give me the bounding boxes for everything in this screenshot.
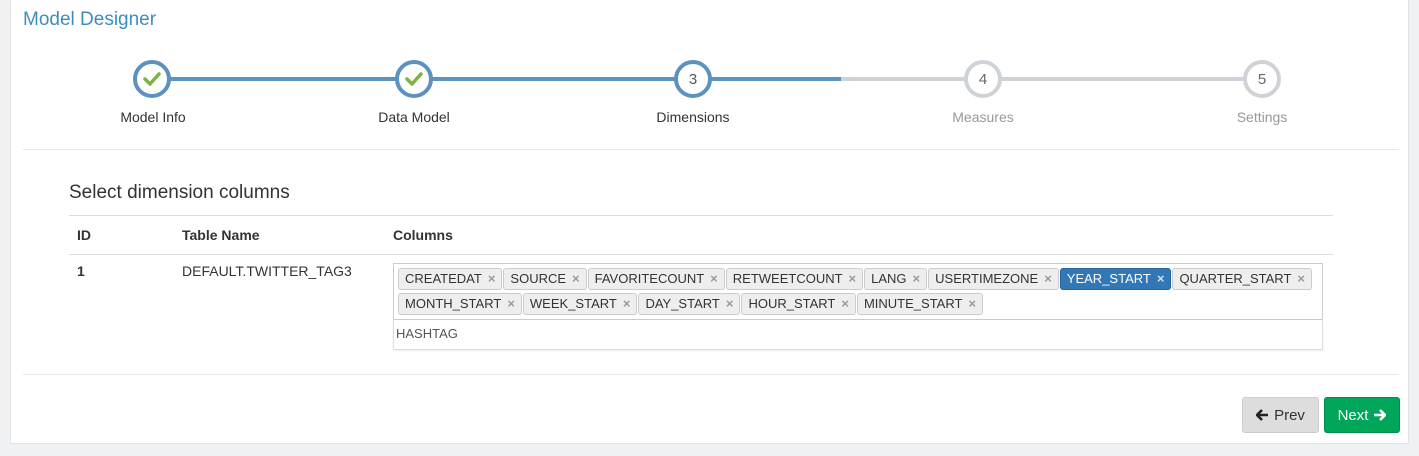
step-3-label: Dimensions <box>656 109 730 125</box>
column-tag-label: QUARTER_START <box>1179 271 1292 286</box>
step-4-label: Measures <box>952 109 1014 125</box>
remove-tag-icon[interactable]: × <box>507 296 515 311</box>
divider-top <box>23 149 1399 150</box>
prev-button-label: Prev <box>1274 406 1305 424</box>
column-tag-label: RETWEETCOUNT <box>732 271 843 286</box>
column-tag[interactable]: USERTIMEZONE × <box>928 268 1059 290</box>
remove-tag-icon[interactable]: × <box>849 271 857 286</box>
remove-tag-icon[interactable]: × <box>841 296 849 311</box>
prev-button[interactable]: Prev <box>1242 397 1319 433</box>
column-tag[interactable]: RETWEETCOUNT × <box>725 268 864 290</box>
remove-tag-icon[interactable]: × <box>726 296 734 311</box>
column-tag[interactable]: WEEK_START × <box>522 293 638 315</box>
columns-tag-select[interactable]: CREATEDAT × SOURCE × FAVORITECOUNT × RETWEETCO… <box>393 263 1323 320</box>
progress-track-done <box>153 77 841 81</box>
model-designer-panel: Model Designer Model Info Data Model 3 D… <box>10 0 1409 444</box>
column-tag-label: WEEK_START <box>529 296 617 311</box>
column-tag-label: MONTH_START <box>405 296 502 311</box>
column-tag-label: YEAR_START <box>1066 271 1151 286</box>
row-id: 1 <box>77 263 85 279</box>
next-button-label: Next <box>1337 406 1369 424</box>
step-2-circle[interactable] <box>395 60 433 98</box>
column-tag[interactable]: SOURCE × <box>503 268 587 290</box>
column-tag[interactable]: LANG × <box>864 268 928 290</box>
check-icon <box>143 72 161 86</box>
step-4-circle[interactable]: 4 <box>964 60 1002 98</box>
remove-tag-icon[interactable]: × <box>710 271 718 286</box>
remove-tag-icon[interactable]: × <box>1044 271 1052 286</box>
step-wizard: Model Info Data Model 3 Dimensions 4 Mea… <box>11 0 1410 150</box>
col-header-id: ID <box>69 215 174 255</box>
step-1-circle[interactable] <box>133 60 171 98</box>
step-2-label: Data Model <box>378 109 450 125</box>
dimensions-table: ID Table Name Columns 1 DEFAULT.TWITTER_… <box>69 215 1333 358</box>
column-tag-label: DAY_START <box>645 296 720 311</box>
column-tag-label: FAVORITECOUNT <box>594 271 705 286</box>
columns-cell: CREATEDAT × SOURCE × FAVORITECOUNT × RETWEETCO… <box>385 255 1333 359</box>
divider-bottom <box>23 374 1399 375</box>
column-tag[interactable]: YEAR_START × <box>1059 268 1172 290</box>
remove-tag-icon[interactable]: × <box>1297 271 1305 286</box>
column-tag[interactable]: QUARTER_START × <box>1172 268 1312 290</box>
column-tag-label: SOURCE <box>510 271 567 286</box>
column-tag-label: USERTIMEZONE <box>935 271 1039 286</box>
step-1-label: Model Info <box>120 109 186 125</box>
column-tag[interactable]: MONTH_START × <box>398 293 522 315</box>
remove-tag-icon[interactable]: × <box>623 296 631 311</box>
remove-tag-icon[interactable]: × <box>488 271 496 286</box>
remove-tag-icon[interactable]: × <box>968 296 976 311</box>
check-icon <box>405 72 423 86</box>
table-header-row: ID Table Name Columns <box>69 215 1333 255</box>
column-tag-label: MINUTE_START <box>863 296 963 311</box>
dropdown-option-hashtag[interactable]: HASHTAG <box>393 320 1323 350</box>
step-3-circle[interactable]: 3 <box>674 60 712 98</box>
column-tag[interactable]: FAVORITECOUNT × <box>587 268 725 290</box>
column-tag[interactable]: MINUTE_START × <box>856 293 984 315</box>
column-tag-label: CREATEDAT <box>405 271 482 286</box>
table-row: 1 DEFAULT.TWITTER_TAG3 CREATEDAT × SOURCE ×… <box>69 255 1333 359</box>
column-tag[interactable]: DAY_START × <box>638 293 741 315</box>
section-title: Select dimension columns <box>69 182 290 203</box>
remove-tag-icon[interactable]: × <box>572 271 580 286</box>
remove-tag-icon[interactable]: × <box>1157 271 1165 286</box>
arrow-left-icon <box>1256 409 1269 421</box>
remove-tag-icon[interactable]: × <box>913 271 921 286</box>
column-tag[interactable]: CREATEDAT × <box>398 268 503 290</box>
col-header-table-name: Table Name <box>174 215 385 255</box>
row-table-name: DEFAULT.TWITTER_TAG3 <box>182 263 352 279</box>
col-header-columns: Columns <box>385 215 1333 255</box>
column-tag-label: LANG <box>871 271 907 286</box>
column-tag-label: HOUR_START <box>748 296 836 311</box>
arrow-right-icon <box>1374 409 1387 421</box>
next-button[interactable]: Next <box>1324 397 1400 433</box>
column-tag[interactable]: HOUR_START × <box>741 293 856 315</box>
progress-track-todo <box>841 77 1262 81</box>
step-5-label: Settings <box>1236 109 1288 125</box>
step-5-circle[interactable]: 5 <box>1243 60 1281 98</box>
